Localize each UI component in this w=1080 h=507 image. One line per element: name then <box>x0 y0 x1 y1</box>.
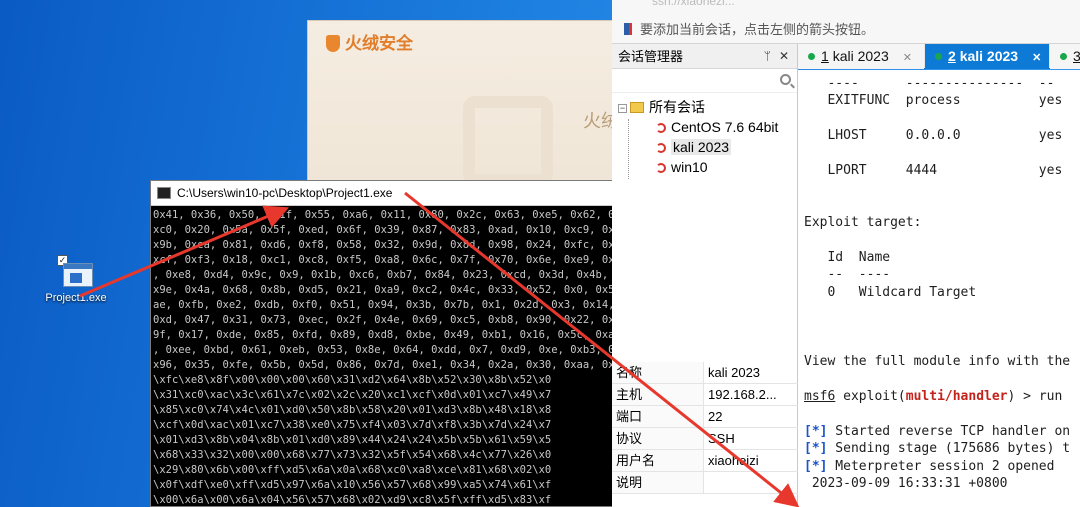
annotation-arrows <box>79 191 800 507</box>
arrow-to-terminal <box>404 191 800 507</box>
arrow-to-console <box>79 205 290 298</box>
